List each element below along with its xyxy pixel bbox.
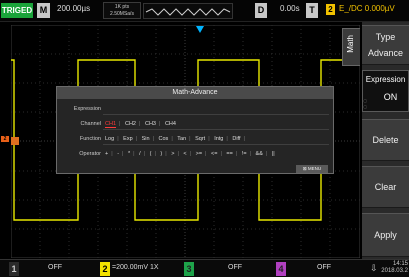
operator-not-equal[interactable]: != [242,151,247,157]
ch4-badge[interactable]: 4 [276,262,286,276]
ch3-status: OFF [228,264,242,271]
operator-divide[interactable]: / [139,151,141,157]
clock-time: 14:15 [392,261,408,267]
operator-greater-equal[interactable]: >= [196,151,202,157]
ch4-status: OFF [317,264,331,271]
channel-ch3[interactable]: CH3 [145,121,156,127]
ch1-badge[interactable]: 1 [9,262,19,276]
channel-ch1[interactable]: CH1 [105,121,117,128]
operator-less[interactable]: < [183,151,186,157]
operator-greater[interactable]: > [171,151,174,157]
type-value: Advance [367,48,404,58]
apply-label: Apply [374,230,397,240]
points-count: 1K pts [114,4,130,10]
ch2-badge[interactable]: 2 [100,262,110,276]
delay-readout: 0.00s [280,4,300,13]
math-advance-dialog: Math-Advance Expression Channel CH1 | CH2… [56,86,334,174]
sample-info: 1K pts 2.50MSa/s [103,2,141,19]
operator-equal[interactable]: == [226,151,232,157]
function-cos[interactable]: Cos [159,136,169,142]
usb-icon: ⇩ [370,263,378,273]
channel-label: Channel [80,121,102,127]
trigger-badge: T [306,3,318,18]
function-label: Function [79,136,101,142]
dialog-menu-label: MENU [307,166,322,171]
function-sqrt[interactable]: Sqrt [195,136,205,142]
ch2-status: =200.00mV 1X [112,264,159,271]
function-sin[interactable]: Sin [142,136,150,142]
channel-options: CH1 | CH2 | CH3 | CH4 [105,121,176,128]
channel-bar: 1 OFF 2 =200.00mV 1X 3 OFF 4 OFF ⇩ 14:15… [0,259,409,277]
apply-menu-button[interactable]: Apply [362,213,409,257]
operator-less-equal[interactable]: <= [211,151,217,157]
expression-title: Expression [365,75,406,84]
type-menu-button[interactable]: Type Advance [362,25,409,65]
operator-minus[interactable]: - [117,151,119,157]
function-intg[interactable]: Intg [214,136,223,142]
operator-or[interactable]: || [272,151,275,157]
delay-badge: D [255,3,267,18]
ch3-badge[interactable]: 3 [184,262,194,276]
memory-overview [143,3,233,19]
operator-options: + | - | * | / | (| ) | > | < | >= | <= | == | != | … [105,151,275,157]
divider [103,144,329,145]
expression-label: Expression [73,106,101,112]
type-title: Type [375,32,396,42]
expression-field[interactable] [103,114,329,115]
ch1-status: OFF [48,264,62,271]
overview-wave-icon [145,8,231,16]
close-icon: ⊠ [302,166,307,171]
ch2-label: 2 [1,136,9,142]
operator-close-paren[interactable]: ) [160,151,162,157]
status-bar: TRIGED M 200.00µs 1K pts 2.50MSa/s D 0.0… [0,0,409,22]
dialog-menu-button[interactable]: ⊠ MENU [296,165,328,173]
clear-menu-button[interactable]: Clear [362,166,409,208]
dialog-title: Math-Advance [57,87,333,99]
function-log[interactable]: Log [105,136,114,142]
trigger-channel-badge: 2 [326,4,335,15]
tab-math[interactable]: Math [342,28,360,66]
operator-multiply[interactable]: * [128,151,130,157]
clock-date: 2018.03.2 [381,268,408,274]
soft-key-menu: Type Advance Expression ON Delete Clear … [362,22,409,259]
delete-menu-button[interactable]: Delete [362,119,409,161]
delete-label: Delete [372,135,399,145]
knob-icon: ◌ ◌ [363,98,368,111]
function-tan[interactable]: Tan [177,136,186,142]
clear-label: Clear [374,182,397,192]
function-exp[interactable]: Exp [123,136,132,142]
channel-ch2[interactable]: CH2 [125,121,136,127]
channel-ch4[interactable]: CH4 [165,121,176,127]
divider [103,129,329,130]
function-options: Log | Exp | Sin | Cos | Tan | Sqrt | Intg | Dif… [105,136,245,142]
operator-open-paren[interactable]: ( [150,151,152,157]
operator-label: Operator [79,151,101,157]
trigger-info: E_/DC 0.000µV [339,4,395,13]
expression-menu-button[interactable]: Expression ON [362,70,409,112]
acquisition-mode-badge: M [37,3,50,18]
operator-and[interactable]: && [256,151,263,157]
timebase-readout: 200.00µs [57,4,91,13]
clock: 14:15 2018.03.2 [378,261,408,275]
operator-plus[interactable]: + [105,151,108,157]
function-diff[interactable]: Diff [232,136,240,142]
trigger-status-badge: TRIGED [1,3,33,18]
expression-value: ON [383,92,398,102]
ch2-ground-marker [11,137,19,145]
sample-rate: 2.50MSa/s [110,11,134,17]
math-tab-label: Math [346,35,355,53]
